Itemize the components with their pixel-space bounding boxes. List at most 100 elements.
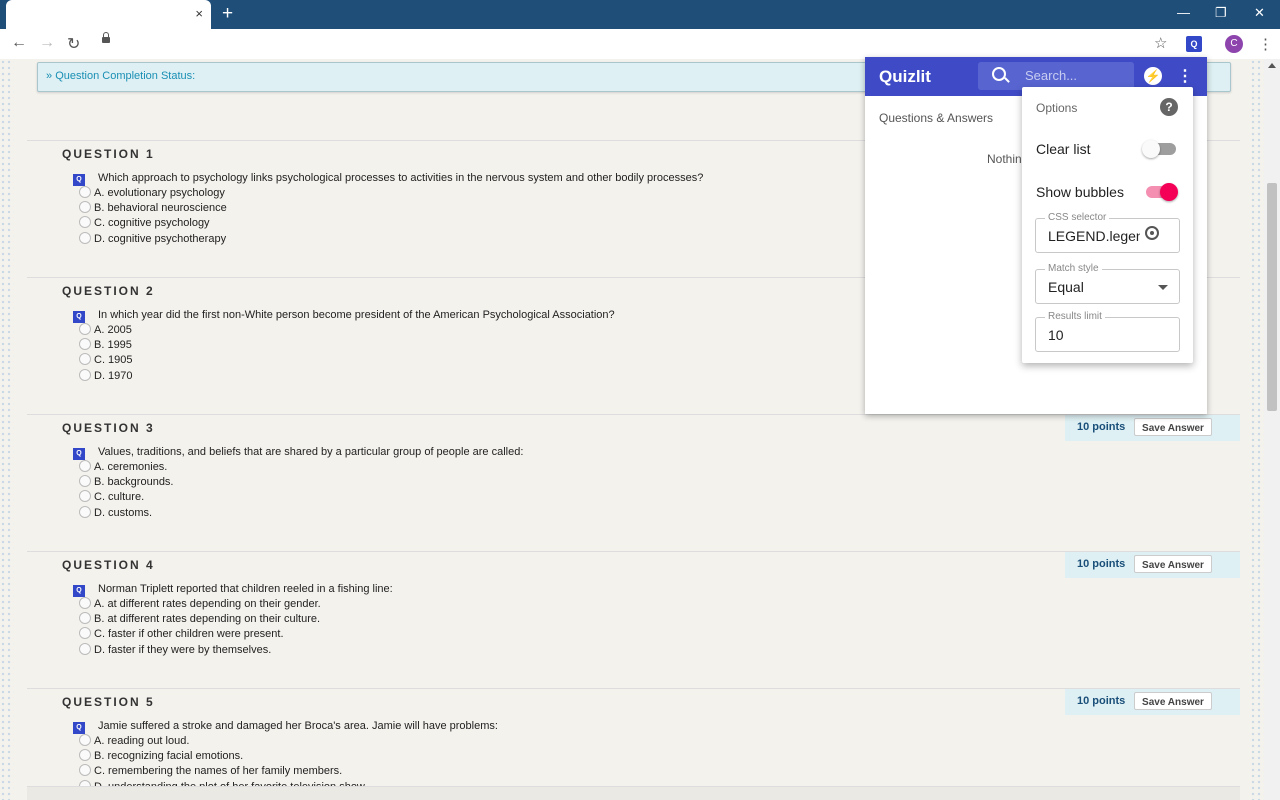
radio-button[interactable] (79, 186, 91, 198)
answer-option[interactable]: C. cognitive psychology (79, 216, 210, 231)
answer-option[interactable]: B. 1995 (79, 338, 132, 353)
dropdown-arrow-icon[interactable] (1158, 285, 1168, 290)
results-limit-field[interactable]: Results limit 10 (1035, 317, 1180, 352)
question-text: Jamie suffered a stroke and damaged her … (98, 720, 498, 732)
quizlit-search-box[interactable]: Search... (978, 62, 1134, 90)
radio-button[interactable] (79, 734, 91, 746)
bookmark-star-icon[interactable]: ☆ (1154, 34, 1167, 52)
back-icon[interactable]: ← (11, 34, 27, 52)
match-style-select[interactable]: Match style Equal (1035, 269, 1180, 304)
radio-button[interactable] (79, 353, 91, 365)
answer-option[interactable]: B. at different rates depending on their… (79, 612, 320, 627)
answer-option[interactable]: D. 1970 (79, 369, 133, 384)
options-title: Options (1036, 101, 1077, 115)
answer-option[interactable]: A. evolutionary psychology (79, 186, 225, 201)
question-badge-icon: Q (73, 585, 85, 597)
answer-option[interactable]: C. faster if other children were present… (79, 627, 284, 642)
radio-button[interactable] (79, 201, 91, 213)
question-title: QUESTION 5 (62, 695, 155, 709)
lock-icon (102, 37, 110, 43)
quizlit-menu-icon[interactable]: ⋮ (1177, 66, 1193, 86)
match-style-value[interactable]: Equal (1048, 279, 1084, 295)
quizlit-empty-text: Nothin (987, 152, 1022, 166)
question-badge-icon: Q (73, 722, 85, 734)
scrollbar-thumb[interactable] (1267, 183, 1277, 411)
answer-option[interactable]: C. remembering the names of her family m… (79, 764, 342, 779)
question-block: 10 points Save Answer QUESTION 4 Q Norma… (27, 551, 1240, 689)
points-label: 10 points (1077, 695, 1125, 707)
left-decoration (0, 59, 14, 800)
tab-strip: × + — ❐ ✕ (0, 0, 1280, 29)
help-icon[interactable]: ? (1160, 98, 1178, 116)
clear-list-label: Clear list (1036, 141, 1090, 157)
radio-button[interactable] (79, 597, 91, 609)
lightning-bolt-icon[interactable]: ⚡ (1144, 67, 1162, 85)
answer-option[interactable]: D. customs. (79, 506, 152, 521)
radio-button[interactable] (79, 643, 91, 655)
reload-icon[interactable]: ↻ (67, 34, 80, 54)
answer-option[interactable]: D. cognitive psychotherapy (79, 232, 226, 247)
answer-option[interactable]: A. at different rates depending on their… (79, 597, 321, 612)
answer-option[interactable]: C. culture. (79, 490, 144, 505)
question-title: QUESTION 2 (62, 284, 155, 298)
radio-button[interactable] (79, 323, 91, 335)
css-selector-input[interactable]: LEGEND.legen (1048, 228, 1140, 244)
answer-option[interactable]: A. 2005 (79, 323, 132, 338)
answer-option[interactable]: D. faster if they were by themselves. (79, 643, 271, 658)
answer-option[interactable]: A. reading out loud. (79, 734, 189, 749)
answer-option[interactable]: B. behavioral neuroscience (79, 201, 227, 216)
radio-button[interactable] (79, 627, 91, 639)
save-answer-button[interactable]: Save Answer (1134, 418, 1212, 436)
answer-option[interactable]: A. ceremonies. (79, 460, 167, 475)
results-limit-input[interactable]: 10 (1048, 327, 1064, 343)
css-selector-field[interactable]: CSS selector LEGEND.legen (1035, 218, 1180, 253)
question-title: QUESTION 3 (62, 421, 155, 435)
radio-button[interactable] (79, 612, 91, 624)
new-tab-button[interactable]: + (222, 3, 233, 25)
close-window-icon[interactable]: ✕ (1254, 5, 1265, 21)
radio-button[interactable] (79, 338, 91, 350)
question-text: In which year did the first non-White pe… (98, 309, 615, 321)
close-tab-icon[interactable]: × (195, 6, 203, 21)
radio-button[interactable] (79, 749, 91, 761)
radio-button[interactable] (79, 764, 91, 776)
radio-button[interactable] (79, 369, 91, 381)
forward-icon[interactable]: → (39, 34, 55, 52)
answer-option[interactable]: B. backgrounds. (79, 475, 174, 490)
quizlit-subtitle: Questions & Answers (879, 111, 993, 125)
question-badge-icon: Q (73, 311, 85, 323)
question-title: QUESTION 1 (62, 147, 155, 161)
radio-button[interactable] (79, 475, 91, 487)
radio-button[interactable] (79, 216, 91, 228)
options-menu: Options ? Clear list Show bubbles CSS se… (1022, 87, 1193, 363)
profile-avatar[interactable]: C (1225, 35, 1243, 53)
page-scrollbar[interactable] (1264, 59, 1280, 800)
radio-button[interactable] (79, 506, 91, 518)
search-icon (992, 67, 1006, 81)
browser-menu-icon[interactable]: ⋮ (1258, 35, 1273, 53)
points-label: 10 points (1077, 558, 1125, 570)
clear-list-toggle-knob[interactable] (1142, 140, 1160, 158)
question-text: Values, traditions, and beliefs that are… (98, 446, 523, 458)
browser-toolbar: ← → ↻ (0, 29, 1280, 60)
radio-button[interactable] (79, 460, 91, 472)
target-picker-icon[interactable] (1145, 226, 1159, 240)
scroll-up-arrow-icon[interactable] (1268, 63, 1276, 68)
browser-tab[interactable]: × (6, 0, 211, 29)
show-bubbles-toggle-knob[interactable] (1160, 183, 1178, 201)
question-text: Which approach to psychology links psych… (98, 172, 703, 184)
quizlit-extension-icon[interactable]: Q (1186, 36, 1202, 52)
minimize-window-icon[interactable]: — (1177, 5, 1190, 20)
radio-button[interactable] (79, 232, 91, 244)
save-answer-button[interactable]: Save Answer (1134, 555, 1212, 573)
answer-option[interactable]: B. recognizing facial emotions. (79, 749, 243, 764)
completion-status-label[interactable]: » Question Completion Status: (46, 70, 195, 82)
show-bubbles-label: Show bubbles (1036, 184, 1124, 200)
restore-window-icon[interactable]: ❐ (1215, 5, 1227, 21)
quizlit-search-input[interactable]: Search... (1025, 68, 1077, 83)
save-answer-button[interactable]: Save Answer (1134, 692, 1212, 710)
question-text: Norman Triplett reported that children r… (98, 583, 393, 595)
page-footer-edge (27, 786, 1240, 800)
radio-button[interactable] (79, 490, 91, 502)
answer-option[interactable]: C. 1905 (79, 353, 133, 368)
